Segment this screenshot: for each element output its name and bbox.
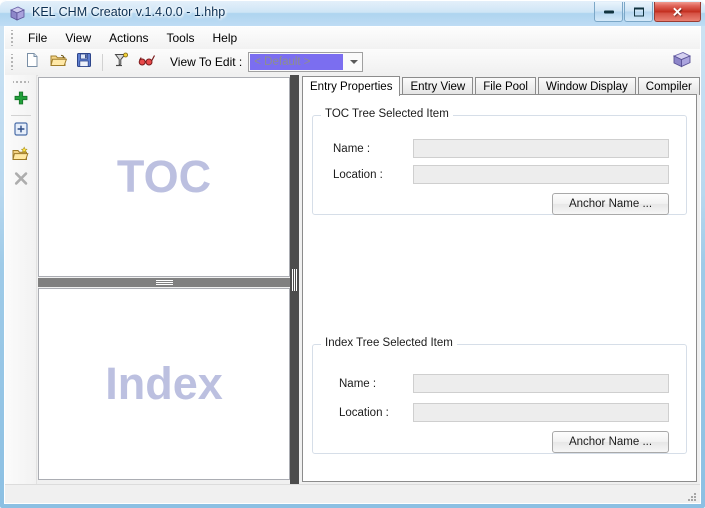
new-folder-button[interactable] (8, 144, 34, 168)
toc-tree-selected-item-group: TOC Tree Selected Item Name : Location :… (312, 108, 687, 215)
tab-file-pool[interactable]: File Pool (475, 77, 536, 95)
green-plus-icon (13, 90, 29, 111)
tab-entry-view[interactable]: Entry View (402, 77, 474, 95)
tab-entry-properties[interactable]: Entry Properties (302, 76, 401, 96)
save-icon (76, 52, 92, 73)
compile-button[interactable] (109, 50, 133, 74)
client-area: File View Actions Tools Help View To Edi… (4, 26, 701, 504)
index-name-input[interactable] (413, 374, 669, 393)
menu-help[interactable]: Help (204, 28, 247, 48)
sidebar-grip-handle[interactable] (12, 78, 29, 86)
chevron-down-icon[interactable] (350, 60, 359, 64)
open-folder-icon (49, 52, 67, 73)
menu-view[interactable]: View (56, 28, 100, 48)
application-window: KEL CHM Creator v.1.4.0.0 - 1.hhp ✕ File… (0, 0, 705, 508)
tool-bar: View To Edit : < Default > (5, 49, 700, 76)
preview-glasses-icon (138, 52, 156, 73)
preview-button[interactable] (135, 50, 159, 74)
book-icon (672, 51, 692, 74)
tree-toolstrip (5, 75, 37, 485)
tab-window-display[interactable]: Window Display (537, 77, 636, 95)
vertical-splitter[interactable] (290, 75, 299, 485)
toc-group-title: TOC Tree Selected Item (321, 108, 453, 120)
status-bar (5, 484, 700, 503)
maximize-button[interactable] (624, 2, 653, 22)
main-body: TOC Index Entry Properties Entry View Fi… (5, 75, 700, 485)
new-folder-icon (12, 145, 29, 167)
title-bar[interactable]: KEL CHM Creator v.1.4.0.0 - 1.hhp ✕ (0, 0, 705, 26)
about-book-button[interactable] (670, 51, 694, 73)
menu-actions[interactable]: Actions (100, 28, 157, 48)
save-button[interactable] (72, 50, 96, 74)
gray-x-icon (13, 171, 29, 192)
compile-icon (113, 52, 130, 73)
index-location-input[interactable] (413, 403, 669, 422)
toc-location-label: Location : (333, 169, 383, 181)
splitter-grip-icon (292, 269, 297, 291)
minimize-icon (603, 10, 614, 13)
new-file-button[interactable] (20, 50, 44, 74)
view-to-edit-value: < Default > (254, 56, 311, 68)
menu-bar: File View Actions Tools Help (5, 27, 700, 50)
toc-name-label: Name : (333, 143, 371, 155)
toc-name-input[interactable] (413, 139, 669, 158)
menu-tools[interactable]: Tools (158, 28, 204, 48)
tab-compiler[interactable]: Compiler (637, 77, 700, 95)
delete-button[interactable] (8, 169, 34, 193)
toc-watermark: TOC (116, 151, 212, 202)
menu-grip-handle[interactable] (9, 30, 17, 46)
new-file-icon (24, 52, 40, 73)
horizontal-splitter[interactable] (38, 278, 290, 287)
close-button[interactable]: ✕ (654, 2, 701, 22)
index-watermark: Index (105, 358, 223, 409)
tab-strip: Entry Properties Entry View File Pool Wi… (302, 75, 700, 96)
window-title: KEL CHM Creator v.1.4.0.0 - 1.hhp (32, 5, 226, 19)
resize-grip-icon[interactable] (686, 490, 698, 502)
toc-tree[interactable]: TOC (38, 77, 290, 277)
index-name-label: Name : (339, 378, 377, 390)
toolbar-grip-handle[interactable] (9, 54, 17, 70)
view-to-edit-combo[interactable]: < Default > (248, 52, 364, 72)
tree-pane: TOC Index (38, 75, 290, 485)
window-controls: ✕ (593, 2, 701, 23)
add-item-button[interactable] (8, 88, 34, 112)
add-child-button[interactable] (8, 119, 34, 143)
properties-pane: Entry Properties Entry View File Pool Wi… (299, 75, 700, 485)
close-icon: ✕ (672, 4, 683, 19)
splitter-grip-icon (155, 280, 173, 285)
index-group-title: Index Tree Selected Item (321, 337, 457, 349)
toolbar-separator (102, 53, 103, 71)
tab-panel-entry-properties: TOC Tree Selected Item Name : Location :… (302, 94, 697, 482)
toc-anchor-name-button[interactable]: Anchor Name ... (552, 193, 669, 215)
window-frame: KEL CHM Creator v.1.4.0.0 - 1.hhp ✕ File… (0, 0, 705, 508)
maximize-icon (633, 7, 644, 16)
index-anchor-name-button[interactable]: Anchor Name ... (552, 431, 669, 453)
sidebar-separator (10, 115, 31, 116)
open-file-button[interactable] (46, 50, 70, 74)
index-location-label: Location : (339, 407, 389, 419)
minimize-button[interactable] (594, 2, 623, 22)
index-tree[interactable]: Index (38, 288, 290, 480)
toc-location-input[interactable] (413, 165, 669, 184)
view-to-edit-label: View To Edit : (170, 55, 243, 69)
view-to-edit-value-field[interactable]: < Default > (250, 54, 344, 70)
index-tree-selected-item-group: Index Tree Selected Item Name : Location… (312, 337, 687, 454)
book-icon (9, 6, 26, 22)
menu-file[interactable]: File (19, 28, 56, 48)
box-plus-icon (13, 121, 29, 142)
